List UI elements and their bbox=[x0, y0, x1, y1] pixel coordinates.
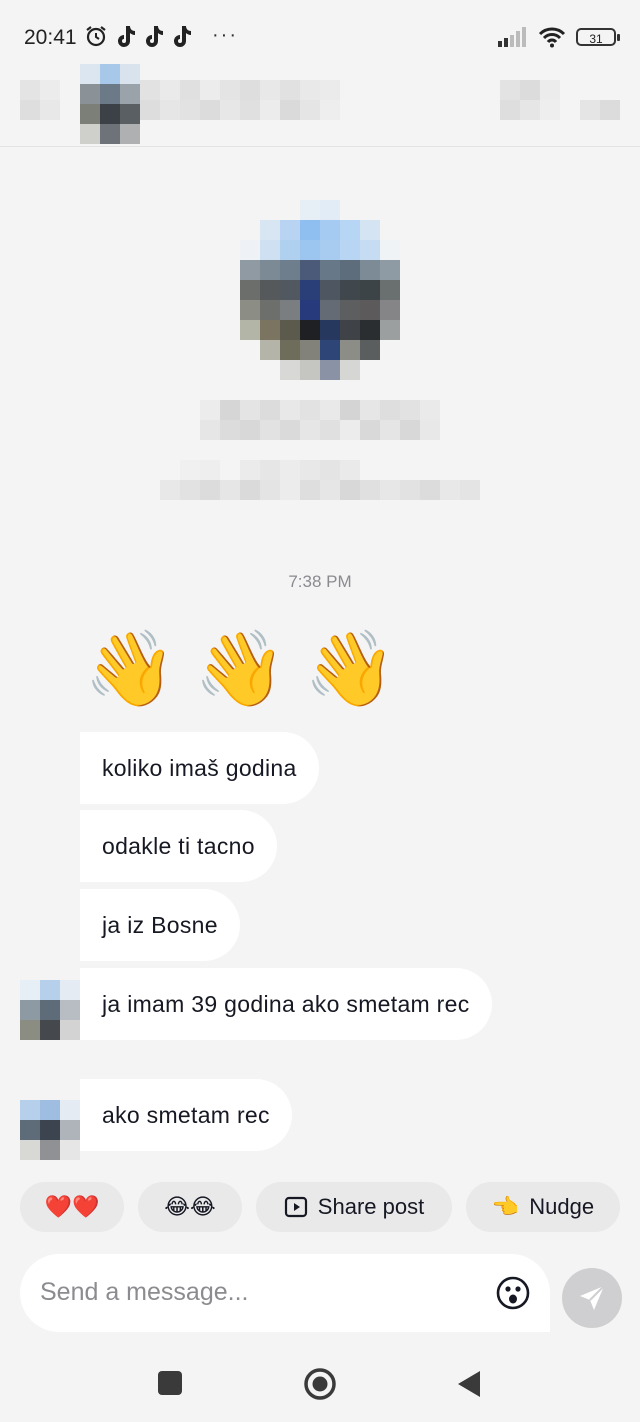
battery-icon: 31 bbox=[576, 28, 620, 46]
nudge-label: Nudge bbox=[529, 1194, 595, 1219]
message-bubble[interactable]: odakle ti tacno bbox=[80, 810, 277, 882]
back-nav-button[interactable] bbox=[456, 1369, 482, 1399]
message-bubble[interactable]: ako smetam rec bbox=[80, 1079, 292, 1151]
message-bubble[interactable]: ja iz Bosne bbox=[80, 889, 240, 961]
message-bubble[interactable]: koliko imaš godina bbox=[80, 732, 319, 804]
status-time: 20:41 bbox=[24, 26, 77, 49]
message-bubble[interactable]: ja imam 39 godina ako smetam rec bbox=[80, 968, 492, 1040]
nudge-hand-icon: 👈 bbox=[491, 1194, 520, 1219]
send-icon bbox=[580, 1285, 605, 1310]
quick-reply-label: ❤️❤️ bbox=[44, 1194, 100, 1219]
sender-avatar[interactable] bbox=[20, 980, 80, 1040]
notification-icons bbox=[84, 24, 192, 48]
quick-replies: ❤️❤️ 😂😂 Share post 👈 Nudge bbox=[20, 1182, 620, 1232]
nudge-button[interactable]: 👈 Nudge bbox=[466, 1182, 620, 1232]
profile-username bbox=[180, 460, 400, 480]
quick-reply-label: 😂😂 bbox=[164, 1194, 216, 1219]
tiktok-icon bbox=[118, 26, 135, 47]
quick-reply-laughing[interactable]: 😂😂 bbox=[138, 1182, 242, 1232]
emoji-picker-icon[interactable] bbox=[496, 1276, 530, 1310]
share-post-icon bbox=[284, 1195, 308, 1219]
system-icons: 31 bbox=[498, 26, 620, 48]
signal-icon bbox=[498, 27, 526, 47]
back-button[interactable] bbox=[20, 80, 60, 120]
send-button[interactable] bbox=[562, 1268, 622, 1328]
recent-apps-button[interactable] bbox=[158, 1371, 182, 1395]
message-input-placeholder: Send a message... bbox=[40, 1278, 249, 1306]
quick-reply-hearts[interactable]: ❤️❤️ bbox=[20, 1182, 124, 1232]
tiktok-icon bbox=[174, 26, 191, 47]
share-post-button[interactable]: Share post bbox=[256, 1182, 452, 1232]
header-username bbox=[140, 80, 340, 120]
profile-stats bbox=[160, 480, 480, 500]
tiktok-icon bbox=[146, 26, 163, 47]
waving-hand-emoji: 👋 bbox=[84, 627, 177, 710]
message-timestamp: 7:38 PM bbox=[288, 572, 352, 591]
home-button[interactable] bbox=[303, 1367, 337, 1401]
waving-hand-emoji: 👋 bbox=[304, 627, 397, 710]
message-input-field[interactable]: Send a message... bbox=[20, 1254, 550, 1332]
more-notifications-icon: ··· bbox=[212, 24, 238, 46]
share-post-label: Share post bbox=[317, 1194, 425, 1219]
wifi-icon bbox=[538, 27, 566, 48]
menu-icon[interactable] bbox=[580, 100, 620, 120]
waving-hand-emoji: 👋 bbox=[194, 627, 287, 710]
wave-emoji-message[interactable]: 👋 👋 👋 bbox=[84, 624, 396, 714]
profile-display-name bbox=[200, 400, 440, 440]
alarm-icon bbox=[86, 26, 106, 47]
header-avatar[interactable] bbox=[80, 64, 140, 144]
profile-avatar[interactable] bbox=[240, 200, 400, 380]
chat-header bbox=[0, 60, 640, 147]
system-navigation-bar bbox=[0, 1355, 640, 1415]
report-icon[interactable] bbox=[500, 80, 560, 120]
sender-avatar[interactable] bbox=[20, 1100, 80, 1160]
